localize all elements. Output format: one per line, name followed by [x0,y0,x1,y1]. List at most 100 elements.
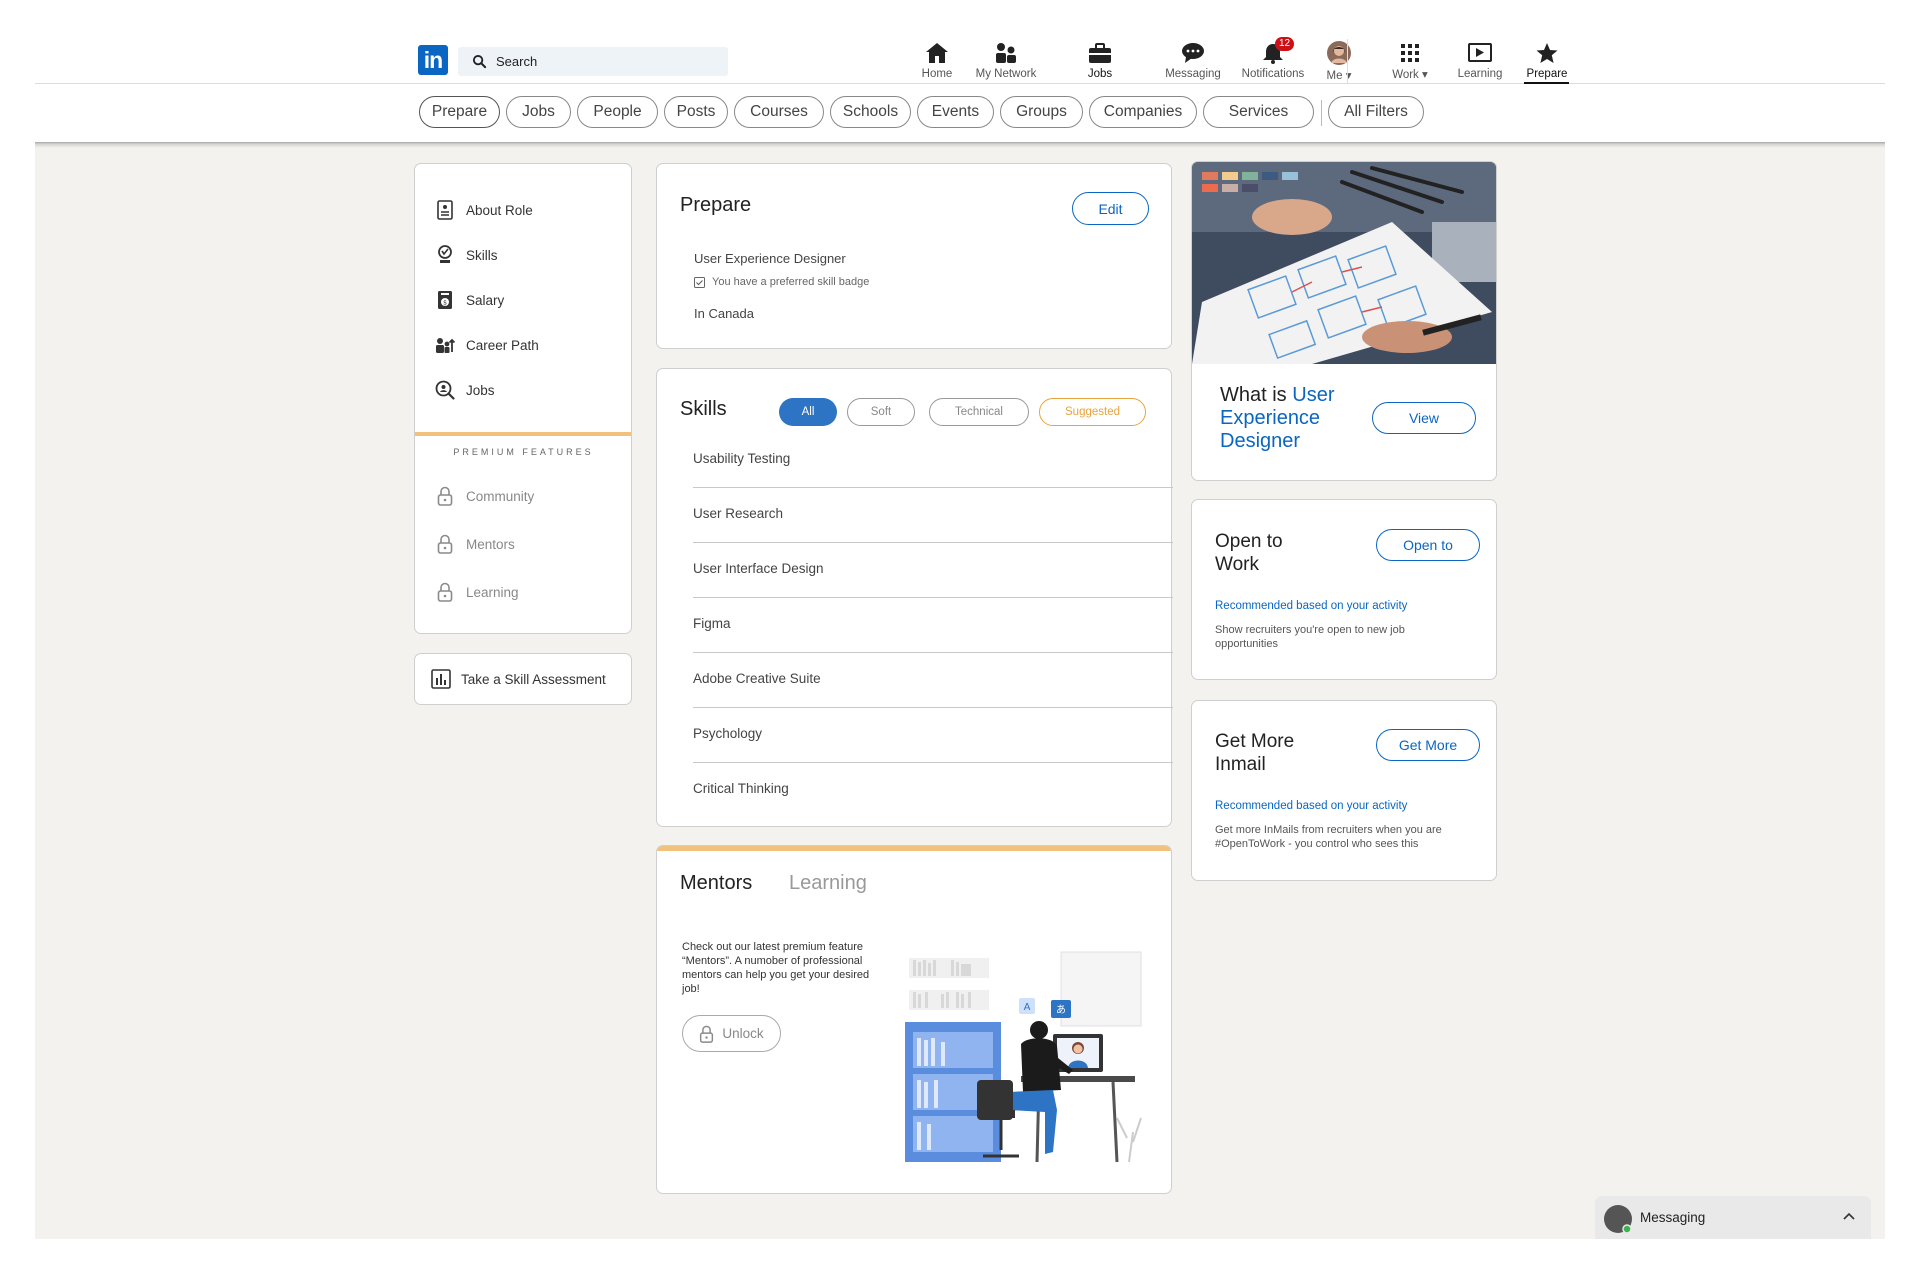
what-is-role-title: What is User Experience Designer [1220,384,1334,453]
nav-home-label: Home [921,68,953,80]
inmail-title: Get More Inmail [1215,730,1294,776]
sidebar-item-salary[interactable]: $ Salary [435,290,504,310]
nav-me[interactable]: Me ▾ [1319,41,1359,82]
sidebar-item-label: Jobs [466,382,495,398]
lock-icon [437,534,453,554]
skill-row: Psychology [693,726,763,741]
skill-row: User Research [693,506,784,521]
get-more-button[interactable]: Get More [1376,729,1480,761]
svg-text:A: A [1024,1002,1031,1013]
sidebar-item-label: Community [466,488,535,504]
filter-people[interactable]: People [577,96,658,128]
mentors-description: Check out our latest premium feature “Me… [682,941,870,995]
filter-groups[interactable]: Groups [1000,96,1083,128]
chip-soft[interactable]: Soft [847,398,915,426]
briefcase-icon [1089,43,1111,63]
filter-services[interactable]: Services [1203,96,1314,128]
view-button[interactable]: View [1372,402,1476,434]
search-input[interactable]: Search [458,47,728,76]
location: In Canada [694,306,754,321]
skills-title: Skills [680,398,727,420]
svg-text:$: $ [443,300,447,307]
skill-divider [693,487,1173,488]
filter-events[interactable]: Events [917,96,994,128]
sidebar-item-skills[interactable]: Skills [435,245,498,265]
nav-work[interactable]: Work ▾ [1385,41,1435,81]
nav-prepare[interactable]: Prepare [1521,41,1573,81]
sidebar-item-community[interactable]: Community [435,486,534,506]
nav-notifications[interactable]: 12 Notifications [1233,37,1313,81]
tab-learning[interactable]: Learning [789,872,867,895]
chevron-up-icon[interactable] [1842,1211,1856,1221]
svg-text:あ: あ [1056,1004,1066,1016]
filter-all-filters[interactable]: All Filters [1328,96,1424,128]
open-to-work-title-line2: Work [1215,554,1259,575]
chart-icon [431,669,451,689]
nav-my-network[interactable]: My Network [967,41,1045,81]
search-placeholder: Search [496,54,538,69]
job-search-icon [435,380,455,400]
what-is-prefix: What is [1220,384,1293,406]
nav-messaging[interactable]: Messaging [1159,41,1227,81]
skill-row: User Interface Design [693,561,824,576]
mentor-illustration: A あ [905,951,1142,1163]
sidebar-item-career-path[interactable]: Career Path [435,335,539,355]
sidebar-item-label: Mentors [466,536,515,552]
messaging-bar[interactable]: Messaging [1595,1196,1871,1239]
filter-divider [1321,100,1322,126]
inmail-title-line2: Inmail [1215,754,1266,775]
caret-down-icon: ▾ [1422,69,1428,81]
chip-all[interactable]: All [779,398,837,426]
edit-button[interactable]: Edit [1072,192,1149,225]
nav-messaging-label: Messaging [1165,68,1221,80]
search-icon [472,54,487,69]
nav-learning-label: Learning [1457,68,1503,80]
filter-courses[interactable]: Courses [734,96,824,128]
sidebar-item-jobs[interactable]: Jobs [435,380,495,400]
checkbox-icon [694,276,705,288]
nav-learning[interactable]: Learning [1450,41,1510,81]
sidebar-item-about-role[interactable]: About Role [435,200,533,220]
nav-notifications-label: Notifications [1241,68,1305,80]
unlock-button[interactable]: Unlock [682,1015,781,1052]
recommended-label[interactable]: Recommended based on your activity [1215,600,1407,612]
nav-home[interactable]: Home [907,41,967,81]
sidebar-item-learning[interactable]: Learning [435,582,519,602]
skill-row: Figma [693,616,731,631]
premium-divider [415,432,631,436]
tab-mentors[interactable]: Mentors [680,872,752,895]
skill-row: Critical Thinking [693,781,789,796]
nav-work-label: Work [1392,69,1419,81]
open-to-button[interactable]: Open to [1376,529,1480,561]
salary-icon: $ [438,291,452,309]
chip-suggested[interactable]: Suggested [1039,398,1146,426]
skill-divider [693,597,1173,598]
chip-technical[interactable]: Technical [929,398,1029,426]
filter-schools[interactable]: Schools [830,96,911,128]
sidebar-item-mentors[interactable]: Mentors [435,534,515,554]
star-icon [1536,43,1558,63]
sidebar-item-label: Salary [466,292,505,308]
filter-jobs[interactable]: Jobs [506,96,571,128]
skill-divider [693,707,1173,708]
linkedin-logo[interactable]: in [418,45,448,75]
grid-icon [1401,43,1419,62]
filter-prepare[interactable]: Prepare [419,96,500,128]
filter-companies[interactable]: Companies [1089,96,1197,128]
unlock-label: Unlock [722,1026,764,1041]
mentors-card: Mentors Learning Check out our latest pr… [656,845,1172,1194]
open-to-work-title: Open to Work [1215,530,1283,576]
open-to-work-title-line1: Open to [1215,531,1283,552]
skill-badge-text: You have a preferred skill badge [712,276,870,288]
home-icon [926,43,948,63]
role-name-line1: User [1292,384,1335,406]
nav-jobs-label: Jobs [1087,68,1113,80]
nav-my-network-label: My Network [975,68,1037,80]
filter-posts[interactable]: Posts [664,96,728,128]
skill-assessment-button[interactable]: Take a Skill Assessment [414,653,632,705]
recommended-label[interactable]: Recommended based on your activity [1215,800,1407,812]
app-window: in Search Home My Network Jobs Messaging… [35,35,1885,1239]
role-name-line3: Designer [1220,430,1301,452]
lock-icon [437,486,453,506]
nav-jobs[interactable]: Jobs [1075,41,1125,81]
